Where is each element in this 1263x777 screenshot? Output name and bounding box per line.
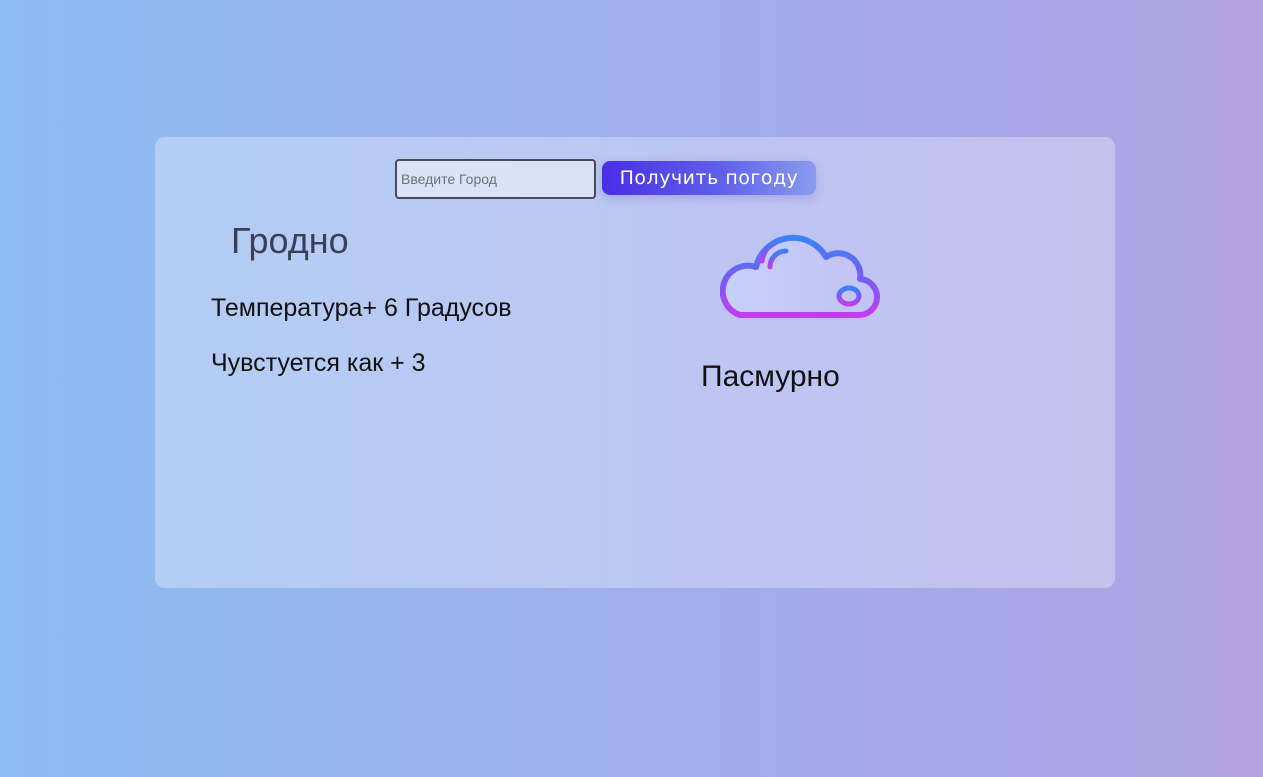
city-search-input[interactable] (395, 159, 596, 199)
feels-like-text: Чувстуется как + 3 (211, 349, 426, 377)
weather-condition: Пасмурно (701, 360, 840, 393)
city-name: Гродно (231, 220, 349, 261)
get-weather-button[interactable]: Получить погоду (602, 161, 816, 195)
weather-card: Получить погоду Гродно Температура+ 6 Гр… (155, 137, 1115, 588)
temperature-text: Температура+ 6 Градусов (211, 294, 512, 322)
cloud-icon (720, 234, 880, 319)
